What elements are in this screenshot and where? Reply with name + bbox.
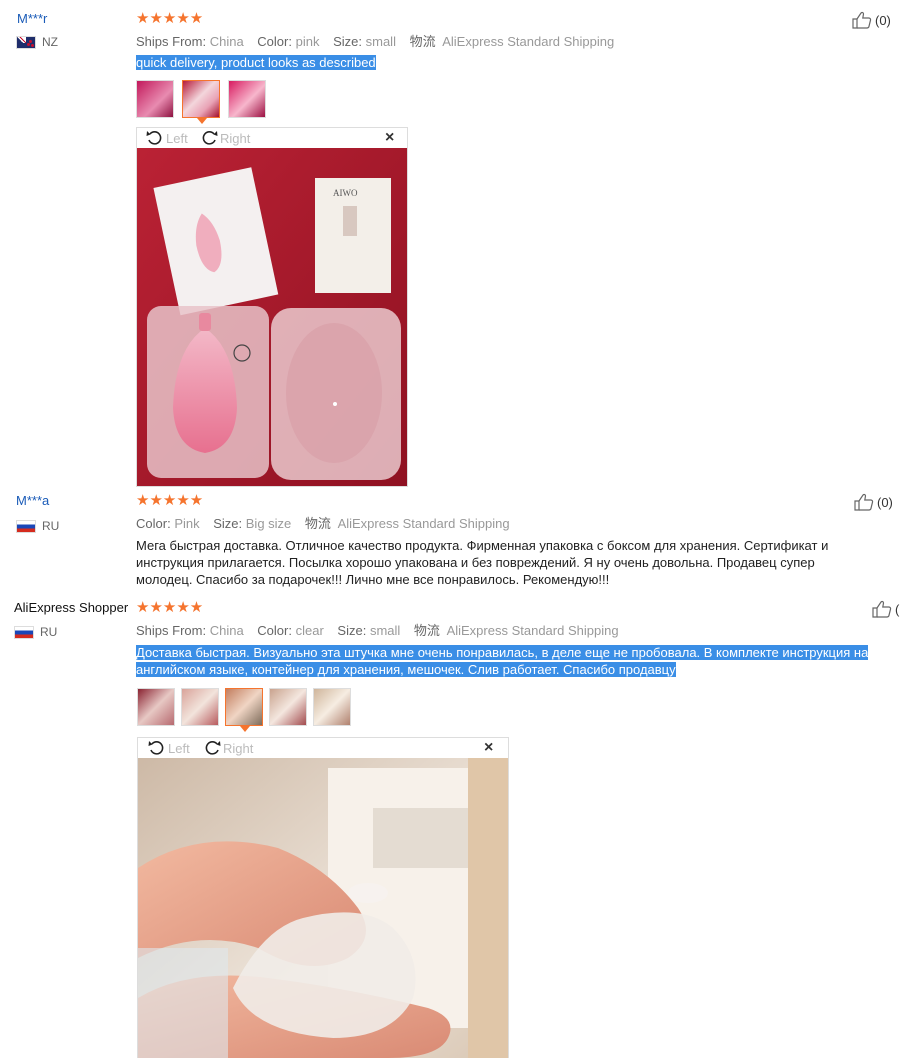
reviewer-country: RU bbox=[16, 519, 59, 533]
country-code: NZ bbox=[42, 35, 58, 49]
photo-thumbnail[interactable] bbox=[137, 688, 175, 726]
color-label: Color: bbox=[257, 623, 292, 638]
rotate-left-icon bbox=[146, 130, 164, 146]
review-photo: AIWO bbox=[137, 148, 407, 486]
photo-thumbnail-selected[interactable] bbox=[182, 80, 220, 124]
thumbs-up-icon bbox=[852, 11, 872, 29]
rotate-right-button[interactable]: Right bbox=[200, 130, 250, 146]
rotate-left-button[interactable]: Left bbox=[146, 130, 188, 146]
ships-from-label: Ships From: bbox=[136, 623, 207, 638]
rotate-right-label: Right bbox=[220, 130, 251, 146]
shipping-icon: 物流 bbox=[409, 34, 436, 49]
review-text: Мега быстрая доставка. Отличное качество… bbox=[136, 538, 829, 587]
size-value: Big size bbox=[245, 516, 292, 531]
ships-from-label: Ships From: bbox=[136, 34, 207, 49]
thumbs-up-icon bbox=[854, 493, 874, 511]
size-label: Size: bbox=[213, 516, 243, 531]
size-label: Size: bbox=[333, 34, 362, 49]
star-rating: ★★★★★ bbox=[136, 10, 204, 27]
thumbs-up-icon bbox=[872, 600, 892, 618]
ru-flag-icon bbox=[14, 625, 34, 639]
reviewer-name[interactable]: M***r bbox=[17, 11, 47, 26]
photo-thumbnail-selected[interactable] bbox=[225, 688, 263, 732]
ships-from-value: China bbox=[209, 34, 244, 49]
color-label: Color: bbox=[257, 34, 292, 49]
color-value: pink bbox=[295, 34, 320, 49]
review-text: quick delivery, product looks as describ… bbox=[136, 54, 376, 71]
rotate-right-label: Right bbox=[223, 740, 254, 756]
close-viewer-button[interactable]: × bbox=[385, 129, 394, 147]
review-attributes: Ships From: China Color: pink Size: smal… bbox=[136, 31, 624, 50]
size-value: small bbox=[365, 34, 396, 49]
photo-thumbnail[interactable] bbox=[313, 688, 351, 726]
rotate-left-icon bbox=[148, 740, 166, 756]
shipping-method: AliExpress Standard Shipping bbox=[337, 516, 510, 531]
helpful-button[interactable]: (0) bbox=[852, 11, 891, 29]
star-rating: ★★★★★ bbox=[136, 599, 204, 616]
photo-thumbnail[interactable] bbox=[228, 80, 266, 118]
rotate-right-button[interactable]: Right bbox=[203, 740, 253, 756]
review-photo-thumbnails bbox=[136, 80, 266, 124]
color-value: clear bbox=[295, 623, 324, 638]
review-text: Доставка быстрая. Визуально эта штучка м… bbox=[136, 644, 892, 678]
shipping-icon: 物流 bbox=[413, 623, 440, 638]
rotate-right-icon bbox=[203, 740, 221, 756]
reviewer-name[interactable]: M***a bbox=[16, 493, 49, 508]
ru-flag-icon bbox=[16, 519, 36, 533]
rotate-right-icon bbox=[200, 130, 218, 146]
reviewer-name[interactable]: AliExpress Shopper bbox=[14, 600, 128, 615]
rotate-left-label: Left bbox=[168, 740, 190, 756]
photo-viewer: Left Right × bbox=[136, 127, 408, 487]
helpful-count: (0) bbox=[875, 12, 891, 28]
shipping-method: AliExpress Standard Shipping bbox=[442, 34, 615, 49]
photo-thumbnail[interactable] bbox=[181, 688, 219, 726]
nz-flag-icon bbox=[16, 35, 36, 49]
product-box-photo: AIWO bbox=[137, 148, 407, 486]
svg-text:AIWO: AIWO bbox=[333, 188, 358, 198]
country-code: RU bbox=[40, 625, 58, 639]
color-label: Color: bbox=[136, 516, 171, 531]
size-label: Size: bbox=[337, 623, 367, 638]
photo-viewer-toolbar: Left Right × bbox=[137, 128, 407, 148]
star-rating: ★★★★★ bbox=[136, 492, 204, 509]
photo-viewer-toolbar: Left Right × bbox=[138, 738, 508, 758]
hand-holding-cup-photo bbox=[138, 758, 508, 1058]
review-text-selection: Доставка быстрая. Визуально эта штучка м… bbox=[136, 645, 869, 677]
helpful-count: (0) bbox=[877, 494, 893, 510]
shipping-method: AliExpress Standard Shipping bbox=[446, 623, 619, 638]
photo-thumbnail[interactable] bbox=[136, 80, 174, 118]
review-photo-thumbnails bbox=[137, 688, 351, 732]
helpful-button[interactable]: (0) bbox=[854, 493, 893, 511]
helpful-button[interactable]: ( bbox=[872, 600, 899, 618]
color-value: Pink bbox=[174, 516, 200, 531]
helpful-count: ( bbox=[895, 601, 900, 617]
size-value: small bbox=[369, 623, 401, 638]
photo-viewer: Left Right × bbox=[137, 737, 509, 1058]
review-attributes: Color: Pink Size: Big size 物流 AliExpress… bbox=[136, 513, 520, 532]
ships-from-value: China bbox=[209, 623, 244, 638]
rotate-left-button[interactable]: Left bbox=[148, 740, 190, 756]
reviewer-country: RU bbox=[14, 625, 57, 639]
shipping-icon: 物流 bbox=[304, 516, 331, 531]
review-text-selection: quick delivery, product looks as describ… bbox=[136, 55, 376, 70]
reviewer-country: NZ bbox=[16, 35, 58, 49]
rotate-left-label: Left bbox=[166, 130, 188, 146]
review-attributes: Ships From: China Color: clear Size: sma… bbox=[136, 620, 629, 639]
photo-thumbnail[interactable] bbox=[269, 688, 307, 726]
review-photo bbox=[138, 758, 508, 1058]
country-code: RU bbox=[42, 519, 60, 533]
close-viewer-button[interactable]: × bbox=[484, 739, 493, 757]
